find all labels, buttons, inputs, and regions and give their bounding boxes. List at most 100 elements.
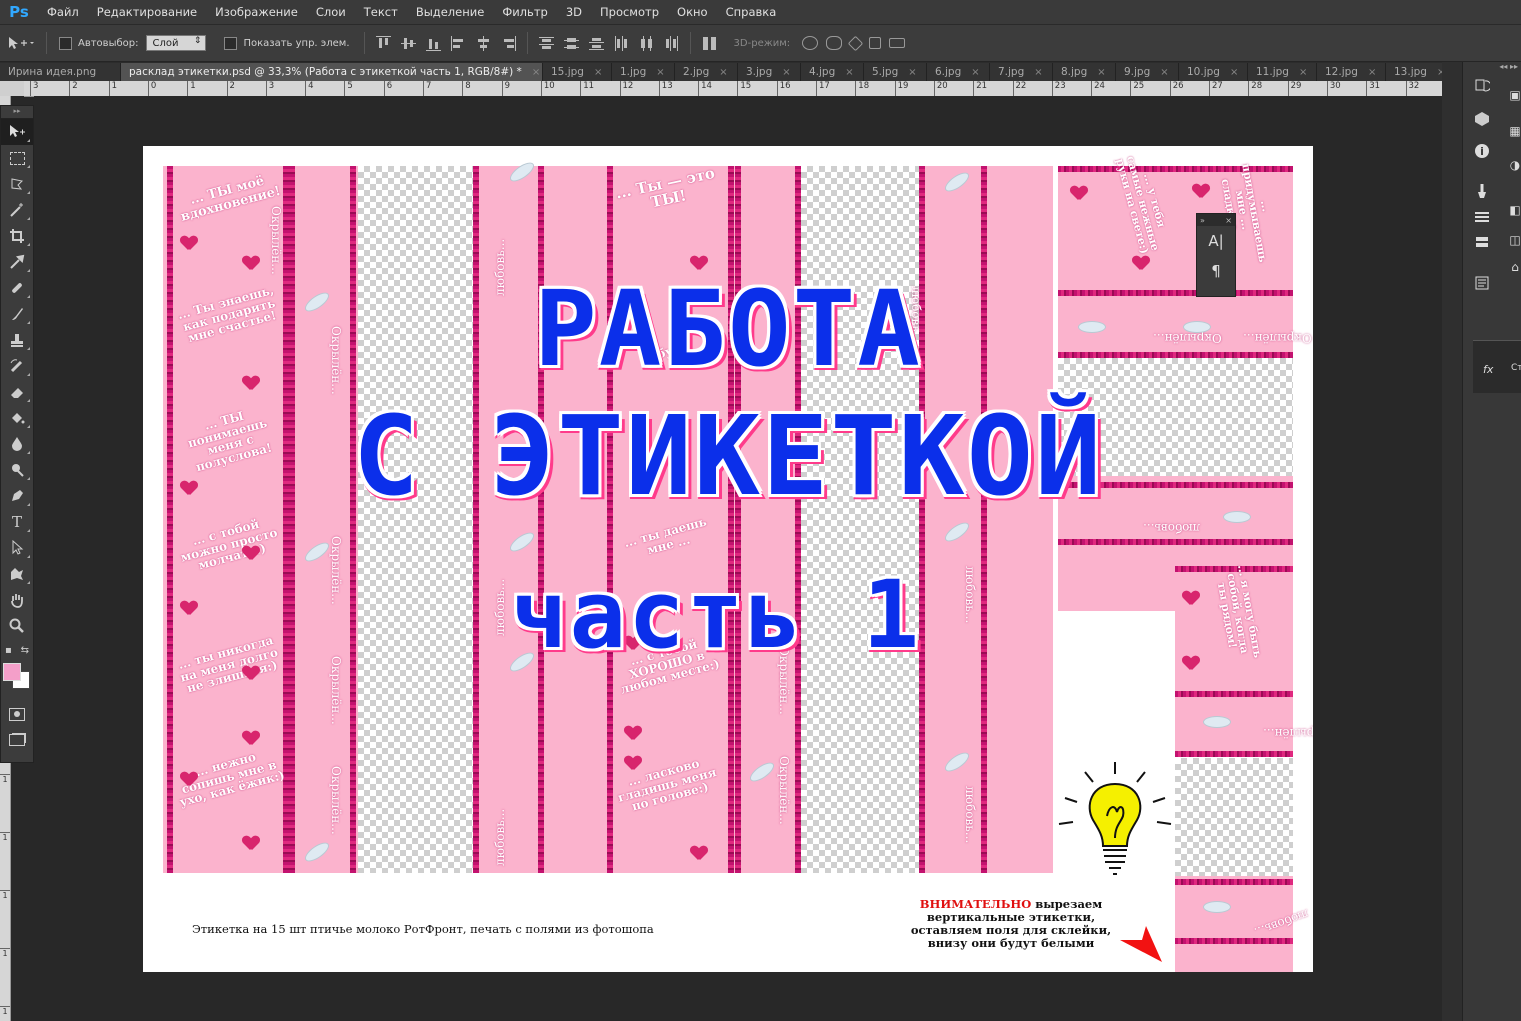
horizontal-ruler[interactable]: 3 2 1 0 1 2 3 4 5 6 7 8 9 10 11 12 13 14 15 16 17 18 19 20 21 22 2… (24, 81, 1442, 97)
close-icon[interactable]: × (908, 67, 916, 78)
healing-brush-tool-icon[interactable] (1, 275, 33, 301)
close-icon[interactable]: × (845, 67, 853, 78)
distribute-left-icon[interactable] (614, 35, 629, 51)
tool-presets-panel-icon[interactable] (1463, 204, 1501, 230)
move-tool-preset-picker[interactable] (0, 30, 40, 56)
tab-9-jpg[interactable]: 9.jpg × (1116, 63, 1179, 81)
dock-grip[interactable]: ◂◂ ▸▸ (1463, 62, 1521, 72)
close-icon[interactable]: × (1034, 67, 1042, 78)
menu-edit[interactable]: Редактирование (88, 0, 206, 24)
close-icon[interactable]: × (1225, 216, 1232, 225)
foreground-color-swatch[interactable] (3, 663, 21, 681)
distribute-right-icon[interactable] (664, 35, 679, 51)
layers-panel-icon[interactable]: ◫ (1509, 227, 1521, 253)
3d-roll-icon[interactable] (826, 36, 843, 50)
close-icon[interactable]: × (1299, 67, 1307, 78)
tab-5-jpg[interactable]: 5.jpg × (864, 63, 927, 81)
paragraph-panel-icon[interactable]: ¶ (1197, 256, 1235, 286)
tab-4-jpg[interactable]: 4.jpg × (801, 63, 864, 81)
menu-type[interactable]: Текст (355, 0, 407, 24)
notes-panel-icon[interactable] (1463, 270, 1501, 296)
panel-header[interactable]: » × (1197, 214, 1235, 226)
align-top-icon[interactable] (375, 35, 391, 51)
menu-image[interactable]: Изображение (206, 0, 307, 24)
tab-2-jpg[interactable]: 2.jpg × (675, 63, 738, 81)
tab-10-jpg[interactable]: 10.jpg × (1179, 63, 1248, 81)
history-panel-icon[interactable] (1463, 72, 1501, 98)
3d-scale-camera-icon[interactable] (889, 38, 906, 48)
close-icon[interactable]: × (1097, 67, 1105, 78)
history-brush-tool-icon[interactable] (1, 353, 33, 379)
zoom-tool-icon[interactable] (1, 613, 33, 639)
close-icon[interactable]: × (532, 67, 540, 78)
align-left-icon[interactable] (450, 35, 466, 51)
type-tool-icon[interactable]: T (1, 509, 33, 535)
tab-6-jpg[interactable]: 6.jpg × (927, 63, 990, 81)
menu-window[interactable]: Окно (668, 0, 717, 24)
eraser-tool-icon[interactable] (1, 379, 33, 405)
hand-tool-icon[interactable] (1, 587, 33, 613)
screen-mode-icon[interactable] (1, 727, 33, 753)
menu-help[interactable]: Справка (717, 0, 786, 24)
eyedropper-tool-icon[interactable] (1, 249, 33, 275)
3d-orbit-icon[interactable] (802, 36, 819, 50)
align-right-icon[interactable] (501, 35, 516, 51)
crop-tool-icon[interactable] (1, 223, 33, 249)
tab-irina-idea[interactable]: Ирина идея.png (0, 63, 121, 81)
tab-7-jpg[interactable]: 7.jpg × (990, 63, 1053, 81)
color-panel-icon[interactable]: ▣ (1509, 82, 1521, 108)
close-icon[interactable]: × (971, 67, 979, 78)
3d-panel-icon[interactable] (1463, 106, 1501, 132)
menu-select[interactable]: Выделение (407, 0, 494, 24)
distribute-top-icon[interactable] (538, 36, 554, 51)
magic-wand-tool-icon[interactable] (1, 197, 33, 223)
brush-presets-panel-icon[interactable] (1463, 178, 1501, 204)
styles-panel-icon[interactable]: ◧ (1509, 197, 1521, 223)
show-transform-controls-checkbox[interactable] (224, 36, 238, 50)
autoselect-checkbox[interactable] (59, 36, 72, 50)
custom-shape-tool-icon[interactable] (1, 561, 33, 587)
autoselect-dropdown[interactable]: Слой (146, 35, 207, 51)
tab-layout-labels[interactable]: расклад этикетки.psd @ 33,3% (Работа с э… (121, 63, 543, 81)
close-icon[interactable]: × (719, 67, 727, 78)
close-icon[interactable]: × (656, 67, 664, 78)
ruler-origin[interactable] (0, 81, 24, 96)
tab-8-jpg[interactable]: 8.jpg × (1053, 63, 1116, 81)
styles-panel-tab[interactable]: fx Ст (1473, 340, 1521, 393)
channels-panel-icon[interactable] (1463, 230, 1501, 256)
close-icon[interactable]: × (1160, 67, 1168, 78)
dodge-tool-icon[interactable] (1, 457, 33, 483)
menu-view[interactable]: Просмотр (591, 0, 668, 24)
adjustments-panel-icon[interactable]: ◑ (1509, 152, 1521, 178)
distribute-bottom-icon[interactable] (588, 36, 604, 51)
clone-stamp-tool-icon[interactable] (1, 327, 33, 353)
move-tool-icon[interactable] (1, 119, 33, 145)
distribute-hcenter-icon[interactable] (639, 35, 654, 51)
close-icon[interactable]: × (1368, 67, 1376, 78)
close-icon[interactable]: × (782, 67, 790, 78)
tab-1-jpg[interactable]: 1.jpg × (612, 63, 675, 81)
3d-pan-icon[interactable] (847, 35, 864, 51)
character-panel-icon[interactable]: A| (1197, 226, 1235, 256)
close-icon[interactable]: × (1230, 67, 1238, 78)
quick-mask-icon[interactable] (1, 701, 33, 727)
menu-file[interactable]: Файл (38, 0, 88, 24)
swatches-panel-icon[interactable]: ▦ (1509, 118, 1521, 144)
brush-tool-icon[interactable] (1, 301, 33, 327)
paint-bucket-tool-icon[interactable] (1, 405, 33, 431)
paths-panel-icon[interactable]: ⌂ (1509, 254, 1521, 280)
menu-3d[interactable]: 3D (557, 0, 591, 24)
align-bottom-icon[interactable] (425, 36, 441, 51)
lasso-tool-icon[interactable] (1, 171, 33, 197)
collapse-icon[interactable]: » (1200, 216, 1205, 225)
pen-tool-icon[interactable] (1, 483, 33, 509)
path-selection-tool-icon[interactable] (1, 535, 33, 561)
blur-tool-icon[interactable] (1, 431, 33, 457)
document-canvas[interactable]: ... ТЫ моё вдохновение! ... Ты знаешь, к… (143, 146, 1313, 972)
align-vcenter-icon[interactable] (400, 36, 416, 51)
tab-11-jpg[interactable]: 11.jpg × (1248, 63, 1317, 81)
tab-12-jpg[interactable]: 12.jpg × (1317, 63, 1386, 81)
info-panel-icon[interactable]: i (1463, 138, 1501, 164)
toolbox-grip[interactable]: ▸▸ (1, 106, 33, 119)
tab-3-jpg[interactable]: 3.jpg × (738, 63, 801, 81)
